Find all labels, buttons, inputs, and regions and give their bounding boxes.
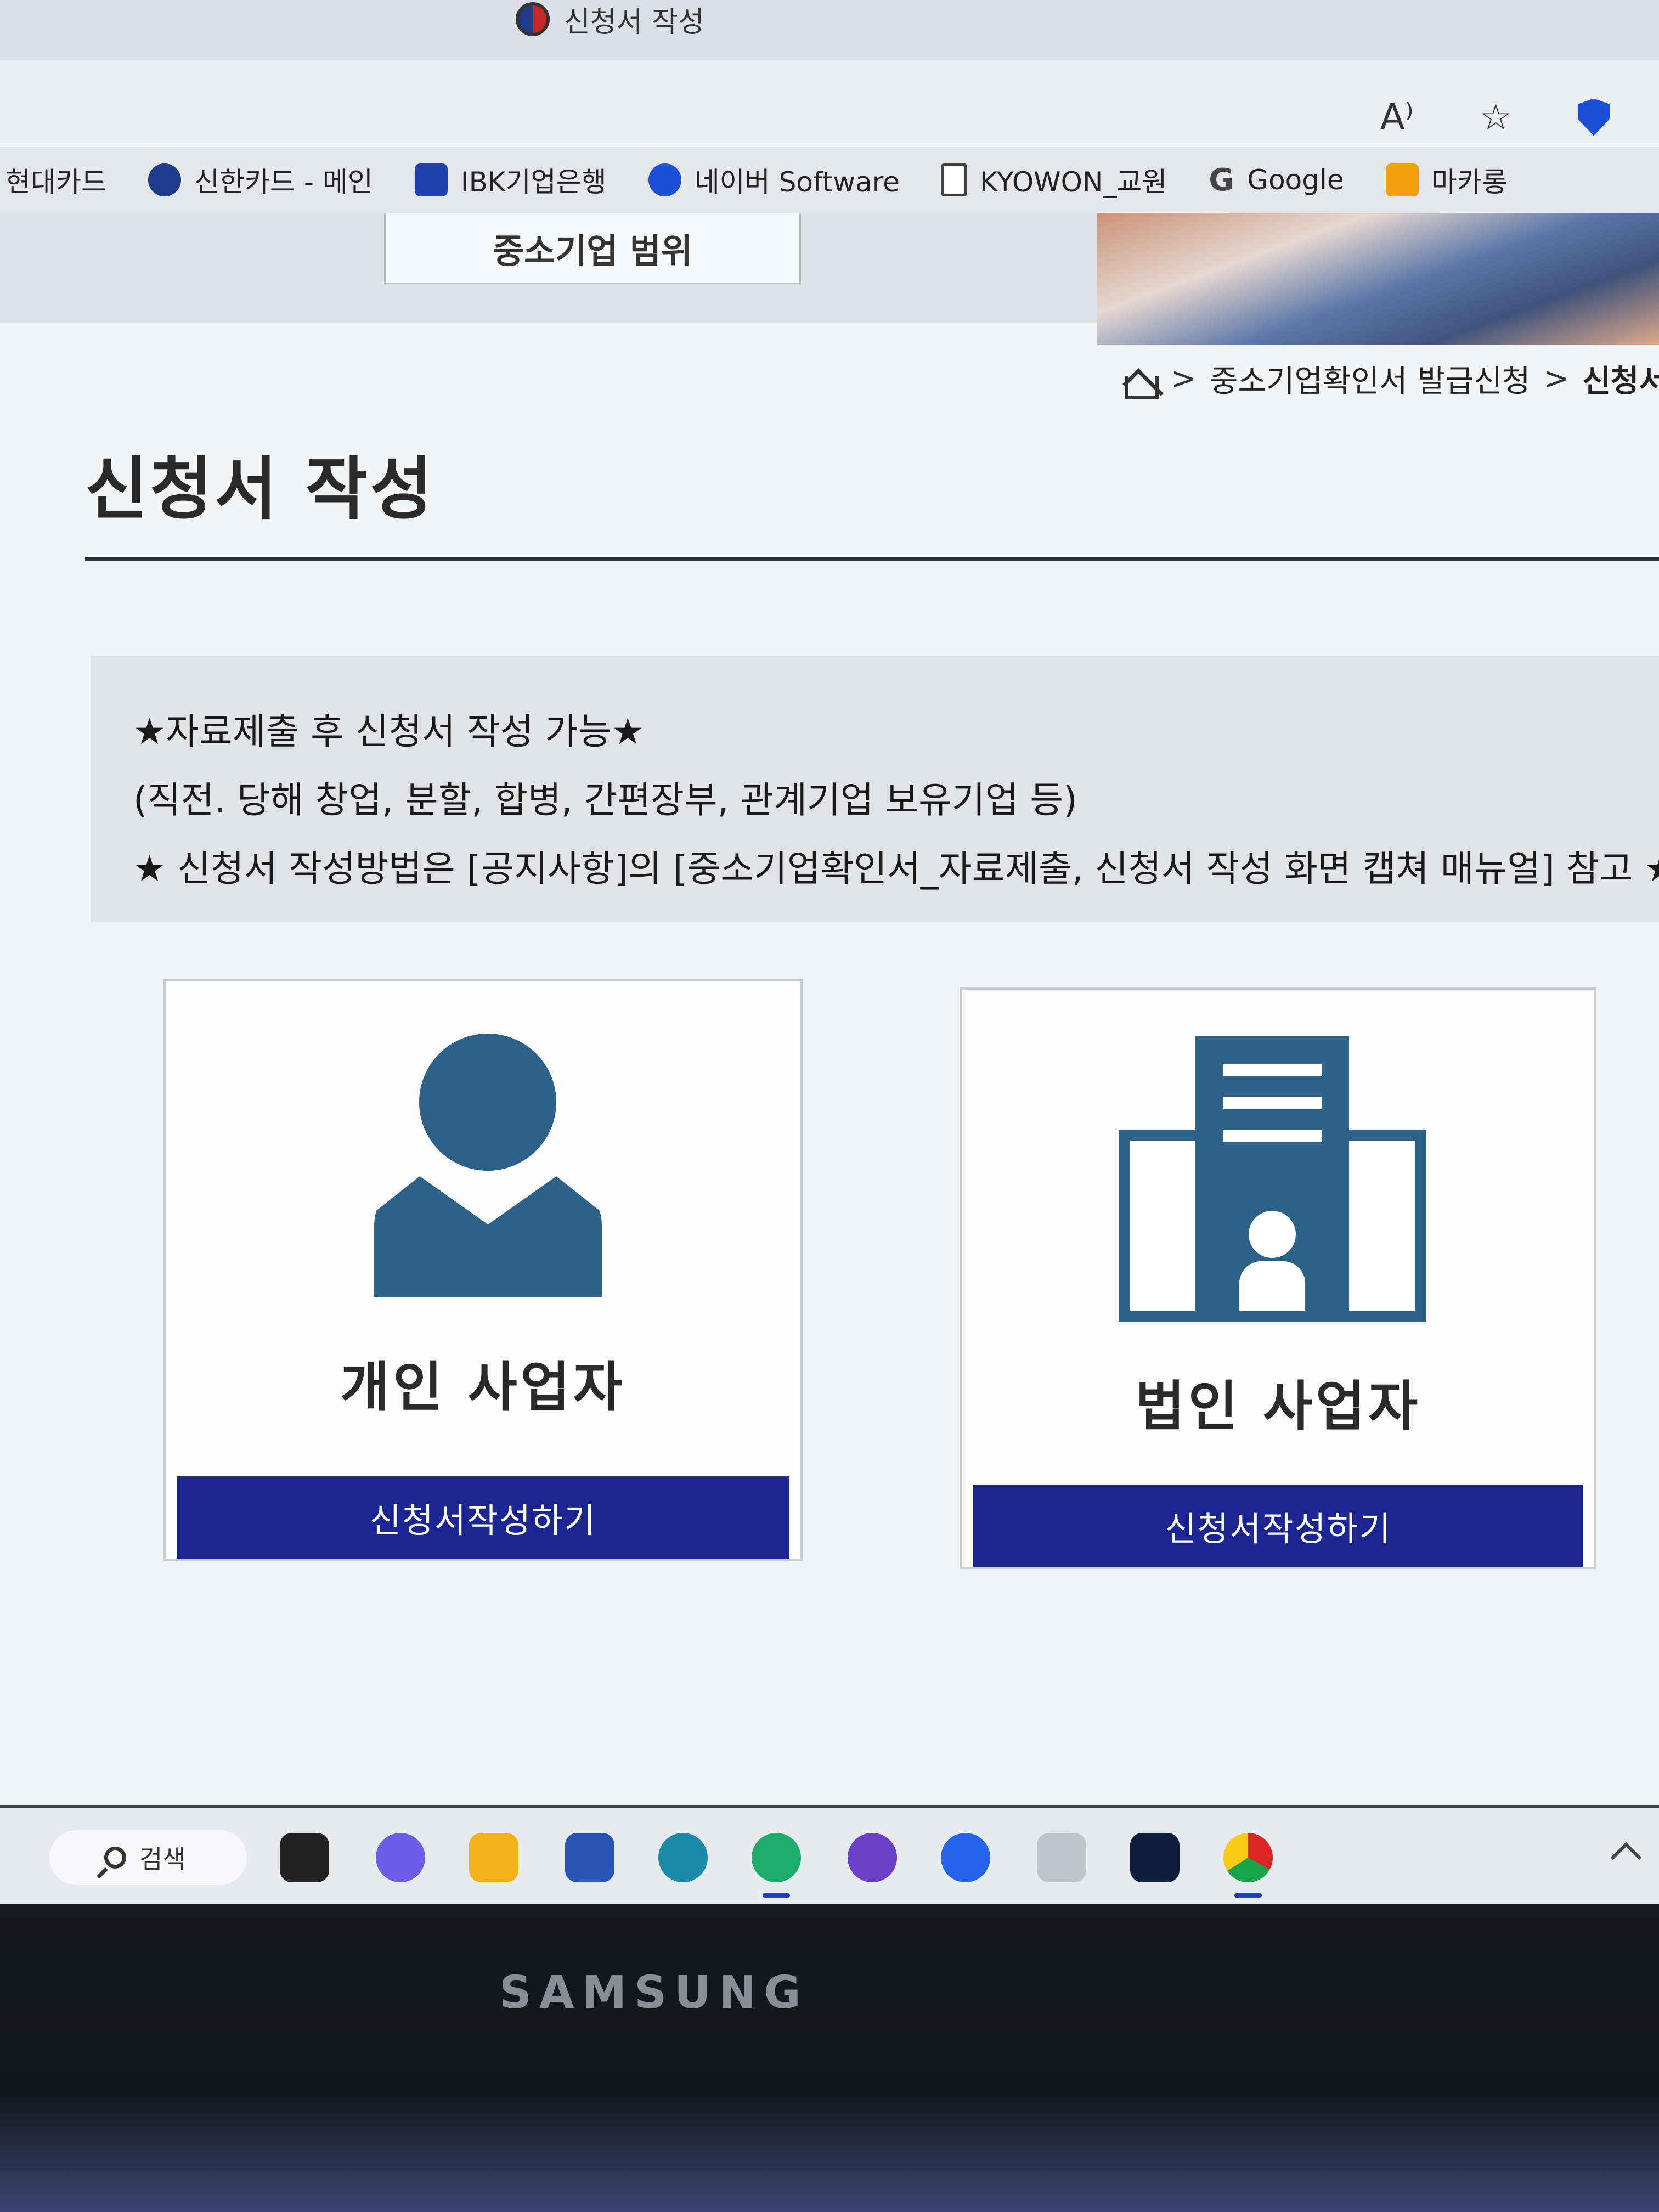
corporate-apply-button[interactable]: 신청서작성하기 bbox=[973, 1485, 1583, 1567]
favorite-add-icon[interactable]: ☆ bbox=[1480, 96, 1512, 138]
corporate-business-card[interactable]: 법인 사업자 신청서작성하기 bbox=[960, 988, 1596, 1569]
photoshop-icon[interactable] bbox=[1130, 1833, 1180, 1882]
sme-range-menu[interactable]: 중소기업 범위 bbox=[384, 213, 801, 284]
card-label: 법인 사업자 bbox=[1135, 1375, 1421, 1438]
page-title: 신청서 작성 bbox=[85, 450, 435, 529]
personal-business-card[interactable]: 개인 사업자 신청서작성하기 bbox=[163, 979, 803, 1561]
browser-tab[interactable]: 신청서 작성 bbox=[516, 0, 704, 39]
task-view-icon[interactable] bbox=[280, 1833, 329, 1882]
search-app-icon[interactable] bbox=[658, 1833, 708, 1882]
google-icon: G bbox=[1209, 162, 1234, 198]
bookmark-hyundai-card[interactable]: 현대카드 bbox=[5, 160, 106, 200]
snipping-tool-icon[interactable] bbox=[1037, 1833, 1086, 1882]
bookmark-label: IBK기업은행 bbox=[460, 166, 607, 198]
chevron-right-icon: > bbox=[1171, 361, 1197, 397]
site-favicon-icon bbox=[516, 2, 550, 36]
laptop-bezel bbox=[0, 1904, 1659, 2212]
document-icon bbox=[941, 163, 967, 196]
chrome-icon[interactable] bbox=[1223, 1833, 1273, 1898]
bookmark-label: 현대카드 bbox=[5, 166, 106, 198]
breadcrumb: > 중소기업확인서 발급신청 > 신청서작 bbox=[1119, 357, 1659, 401]
bookmark-macaron[interactable]: 마카롱 bbox=[1385, 160, 1508, 200]
taskbar: 검색 bbox=[0, 1805, 1659, 1904]
app-icon[interactable] bbox=[848, 1833, 897, 1882]
bookmark-ibk[interactable]: IBK기업은행 bbox=[414, 160, 607, 200]
shinhan-icon bbox=[148, 163, 181, 196]
app-icon[interactable] bbox=[941, 1833, 990, 1882]
header-banner-image bbox=[1097, 213, 1659, 345]
card-label: 개인 사업자 bbox=[340, 1356, 626, 1419]
notice-line: ★자료제출 후 신청서 작성 가능★ bbox=[133, 710, 644, 753]
chevron-up-icon[interactable] bbox=[1610, 1842, 1642, 1874]
bookmark-kyowon[interactable]: KYOWON_교원 bbox=[941, 160, 1167, 200]
store-icon[interactable] bbox=[565, 1833, 614, 1882]
bookmark-label: 네이버 Software bbox=[694, 166, 900, 198]
address-bar-icons: A⁾ ☆ bbox=[1380, 96, 1610, 138]
bookmark-label: KYOWON_교원 bbox=[980, 166, 1167, 198]
search-icon bbox=[104, 1847, 126, 1869]
browser-tab-bar: 신청서 작성 bbox=[0, 0, 1659, 60]
building-icon bbox=[1119, 1036, 1426, 1322]
taskbar-search-label: 검색 bbox=[139, 1844, 186, 1874]
title-divider bbox=[85, 557, 1659, 561]
bookmark-shinhan-card[interactable]: 신한카드 - 메인 bbox=[148, 160, 373, 200]
bookmark-label: 마카롱 bbox=[1431, 166, 1508, 198]
brand-logo: SAMSUNG bbox=[499, 1967, 809, 2019]
bookmarks-bar: 현대카드 신한카드 - 메인 IBK기업은행 네이버 Software KYOW… bbox=[0, 147, 1659, 213]
personal-apply-button[interactable]: 신청서작성하기 bbox=[177, 1476, 789, 1559]
edge-browser-icon[interactable] bbox=[752, 1833, 801, 1898]
notice-box: ★자료제출 후 신청서 작성 가능★ (직전. 당해 창업, 분할, 합병, 간… bbox=[91, 656, 1659, 922]
bookmark-label: 신한카드 - 메인 bbox=[194, 166, 373, 198]
blogger-icon bbox=[1385, 163, 1419, 196]
chevron-right-icon: > bbox=[1543, 361, 1570, 397]
breadcrumb-item[interactable]: 중소기업확인서 발급신청 bbox=[1210, 357, 1531, 401]
home-icon[interactable] bbox=[1119, 362, 1159, 399]
notice-line: ★ 신청서 작성방법은 [공지사항]의 [중소기업확인서_자료제출, 신청서 작… bbox=[133, 848, 1659, 890]
breadcrumb-current: 신청서작 bbox=[1582, 364, 1659, 399]
bookmark-label: Google bbox=[1247, 164, 1344, 196]
screen: 신청서 작성 A⁾ ☆ 현대카드 신한카드 - 메인 IBK기업은행 네이버 S… bbox=[0, 0, 1659, 1904]
notice-line: (직전. 당해 창업, 분할, 합병, 간편장부, 관계기업 보유기업 등) bbox=[133, 779, 1077, 821]
bookmark-google[interactable]: G Google bbox=[1209, 162, 1344, 198]
read-aloud-icon[interactable]: A⁾ bbox=[1380, 96, 1413, 138]
shield-extension-icon[interactable] bbox=[1578, 98, 1610, 136]
sme-range-label: 중소기업 범위 bbox=[493, 230, 692, 271]
tab-title: 신청서 작성 bbox=[564, 5, 704, 39]
taskbar-search[interactable]: 검색 bbox=[49, 1830, 247, 1885]
bookmark-naver-software[interactable]: 네이버 Software bbox=[648, 160, 900, 200]
download-icon bbox=[648, 163, 681, 196]
ibk-icon bbox=[414, 163, 448, 196]
file-explorer-icon[interactable] bbox=[469, 1833, 518, 1882]
chat-icon[interactable] bbox=[376, 1833, 425, 1882]
person-icon bbox=[374, 1034, 605, 1297]
